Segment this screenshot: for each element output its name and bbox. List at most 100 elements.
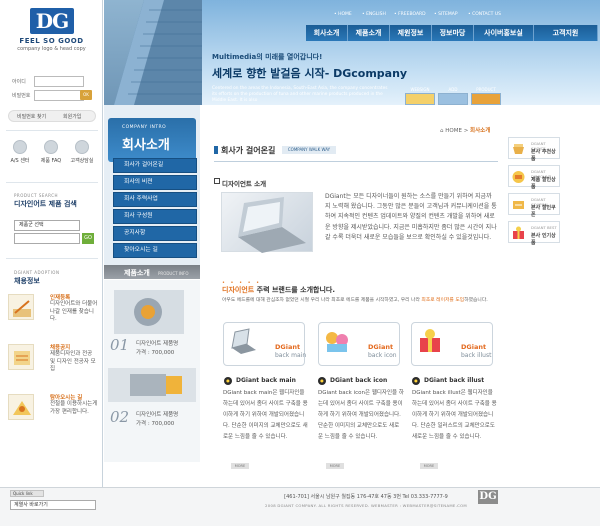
product-category-select[interactable]: 제품군 선택	[14, 220, 80, 231]
banner-thumb-label: WEBSIGN	[410, 87, 430, 92]
company-logo[interactable]: DG	[30, 8, 74, 34]
add-thumb[interactable]	[438, 93, 468, 105]
freeboard-link[interactable]: • FREEBOARD	[394, 12, 426, 17]
product-search-button[interactable]: GO	[82, 233, 94, 244]
coupon-icon	[513, 201, 524, 209]
sub-menu-en: COMPANY INTRO	[122, 125, 167, 130]
recruit-item[interactable]: 인재등록 디자인어트와 더불어 나갈 인재를 찾습니다.	[6, 290, 98, 334]
right-box-choice[interactable]: DGIANT CHOICE 본사 추천상품	[508, 137, 560, 162]
building-image	[104, 0, 202, 105]
service-icon	[13, 140, 27, 154]
login-button[interactable]: OK	[80, 90, 92, 100]
recruit-item-desc: 전철을 이용하시는게 가장 편리합니다.	[50, 401, 98, 415]
bullet-icon: ●	[318, 377, 326, 385]
nav-products[interactable]: 제품소개	[348, 25, 390, 41]
brand-subname: back icon	[368, 352, 397, 359]
product-price: 가격 : 700,000	[136, 421, 175, 427]
top-utility-nav: • HOME • ENGLISH • FREEBOARD • SITEMAP •…	[334, 12, 600, 20]
banner-thumb-label: PRODUCT	[476, 87, 496, 92]
nav-info[interactable]: 정보마당	[432, 25, 474, 41]
english-link[interactable]: • ENGLISH	[362, 12, 386, 17]
breadcrumb: ⌂ HOME > 회사소개	[440, 126, 490, 134]
brand-desc: DGiant back icon은 웹디자인을 하는데 있어서 좀더 사이트 구…	[318, 390, 404, 440]
login-pw-input[interactable]	[34, 90, 84, 101]
gift-icon	[513, 226, 524, 239]
gift-icon	[420, 329, 440, 352]
submenu-item-vision[interactable]: 회사의 비젼	[113, 175, 197, 190]
product-name: 디자인어트 제품명	[136, 341, 179, 347]
recruit-item-title: 탐아오시는 길	[50, 395, 83, 401]
submenu-item-history[interactable]: 회사가 걸어온길	[113, 158, 197, 173]
product-search-title: 디자인어트 제품 검색	[14, 200, 77, 208]
quick-link-select[interactable]: 계열사 바로가기	[10, 500, 96, 510]
box-icon	[513, 144, 524, 154]
banner-description: Centered on the areas the Indonesia, Sou…	[212, 86, 388, 103]
more-button[interactable]: MORE	[420, 463, 438, 469]
submenu-item-business[interactable]: 회사 주력사업	[113, 192, 197, 207]
divider	[6, 182, 98, 183]
login-form: 아이디 비밀번호	[8, 68, 96, 110]
as-center-label: A/S 센터	[10, 158, 30, 164]
recruit-item[interactable]: 채용공지 제품디자인과 전공 및 디자인 전공자 모집	[6, 340, 98, 384]
document-icon	[8, 344, 34, 370]
recruit-item-desc: 제품디자인과 전공 및 디자인 전공자 모집	[50, 351, 96, 372]
submenu-item-location[interactable]: 찾아오시는 길	[113, 243, 197, 258]
login-pw-label: 비밀번호	[12, 93, 31, 99]
websign-thumb[interactable]	[405, 93, 435, 105]
nav-company[interactable]: 회사소개	[306, 25, 348, 41]
consult-icon	[75, 140, 89, 154]
brand-heading: 디자이언트 주력 브랜드를 소개합니다.	[222, 285, 335, 295]
recruit-item-title: 인재등록	[50, 295, 71, 301]
as-center-button[interactable]: A/S 센터	[6, 140, 34, 164]
nav-pr[interactable]: 사이버홍보실	[474, 25, 534, 41]
join-link[interactable]: 회원가입	[63, 113, 81, 120]
product-number: 01	[110, 336, 130, 354]
right-box-ko: 본사 인기상품	[531, 233, 556, 246]
banner-headline: 세계로 향한 발걸음 시작- DGcompany	[212, 67, 408, 80]
login-id-row: 아이디	[8, 76, 96, 88]
login-id-input[interactable]	[34, 76, 84, 87]
more-button[interactable]: MORE	[326, 463, 344, 469]
submenu-item-notice[interactable]: 공지사항	[113, 226, 197, 241]
product-number: 02	[110, 408, 130, 426]
find-password-link[interactable]: 비밀번호 찾기	[17, 113, 46, 120]
recruit-en: DGIANT ADOPTION	[14, 270, 60, 275]
brand-subtext-end: 하였습니다.	[464, 298, 488, 303]
intro-text: DGiant는 모든 디자이너들이 원하는 소스를 만들기 위하여 지금까지 노…	[325, 193, 497, 241]
brand-subname: back illust	[461, 352, 492, 359]
divider	[6, 258, 98, 259]
right-box-en: DGIANT BEST	[531, 225, 557, 230]
home-link[interactable]: • HOME	[334, 12, 352, 17]
brand-heading-highlight: 디자이언트	[222, 286, 255, 294]
right-box-coupon[interactable]: DGIANT COUPON 본사 할인쿠폰	[508, 193, 560, 218]
sub-menu-title: 회사소개	[122, 138, 170, 153]
submenu-item-members[interactable]: 회사 구성원	[113, 209, 197, 224]
consult-button[interactable]: 고객상담실	[68, 140, 96, 164]
right-box-discount[interactable]: DGIANT DISCOUNT 제품 할인상품	[508, 165, 560, 190]
right-box-ko: 본사 할인쿠폰	[531, 205, 556, 218]
recruit-item[interactable]: 탐아오시는 길 전철을 이용하시는게 가장 편리합니다.	[6, 390, 98, 434]
quick-link-label: Quick link	[10, 490, 44, 497]
intro-heading: 디자이언트 소개	[222, 180, 267, 188]
brand-subname: back main	[275, 352, 307, 359]
breadcrumb-sep: >	[463, 128, 469, 134]
contact-link[interactable]: • CONTACT US	[468, 12, 501, 17]
breadcrumb-home[interactable]: HOME	[445, 128, 462, 134]
footer-address: [461-701] 서울시 남원구 월집동 176-47호 47동 3번 Tel…	[284, 494, 448, 500]
brand-subtext: 아우도 에드롤에 대해 관심조차 없었던 시절 우리 나라 최초로 에드롤 제품…	[222, 297, 492, 304]
brand-heading-text: 주력 브랜드를 소개합니다.	[254, 286, 336, 294]
product-image	[108, 368, 196, 402]
pen-icon	[8, 294, 34, 320]
nav-specs[interactable]: 제원정보	[390, 25, 432, 41]
more-button[interactable]: MORE	[231, 463, 249, 469]
faq-button[interactable]: 제품 FAQ	[37, 140, 65, 164]
breadcrumb-current: 회사소개	[470, 128, 491, 134]
product-price: 가격 : 700,000	[136, 350, 175, 356]
right-box-best[interactable]: DGIANT BEST 본사 인기상품	[508, 221, 560, 246]
right-box-ko: 본사 추천상품	[531, 149, 556, 162]
product-thumb[interactable]	[471, 93, 501, 105]
nav-support[interactable]: 고객지원	[534, 25, 598, 41]
sitemap-link[interactable]: • SITEMAP	[434, 12, 458, 17]
kids-icon	[326, 332, 348, 352]
product-search-input[interactable]	[14, 233, 80, 244]
